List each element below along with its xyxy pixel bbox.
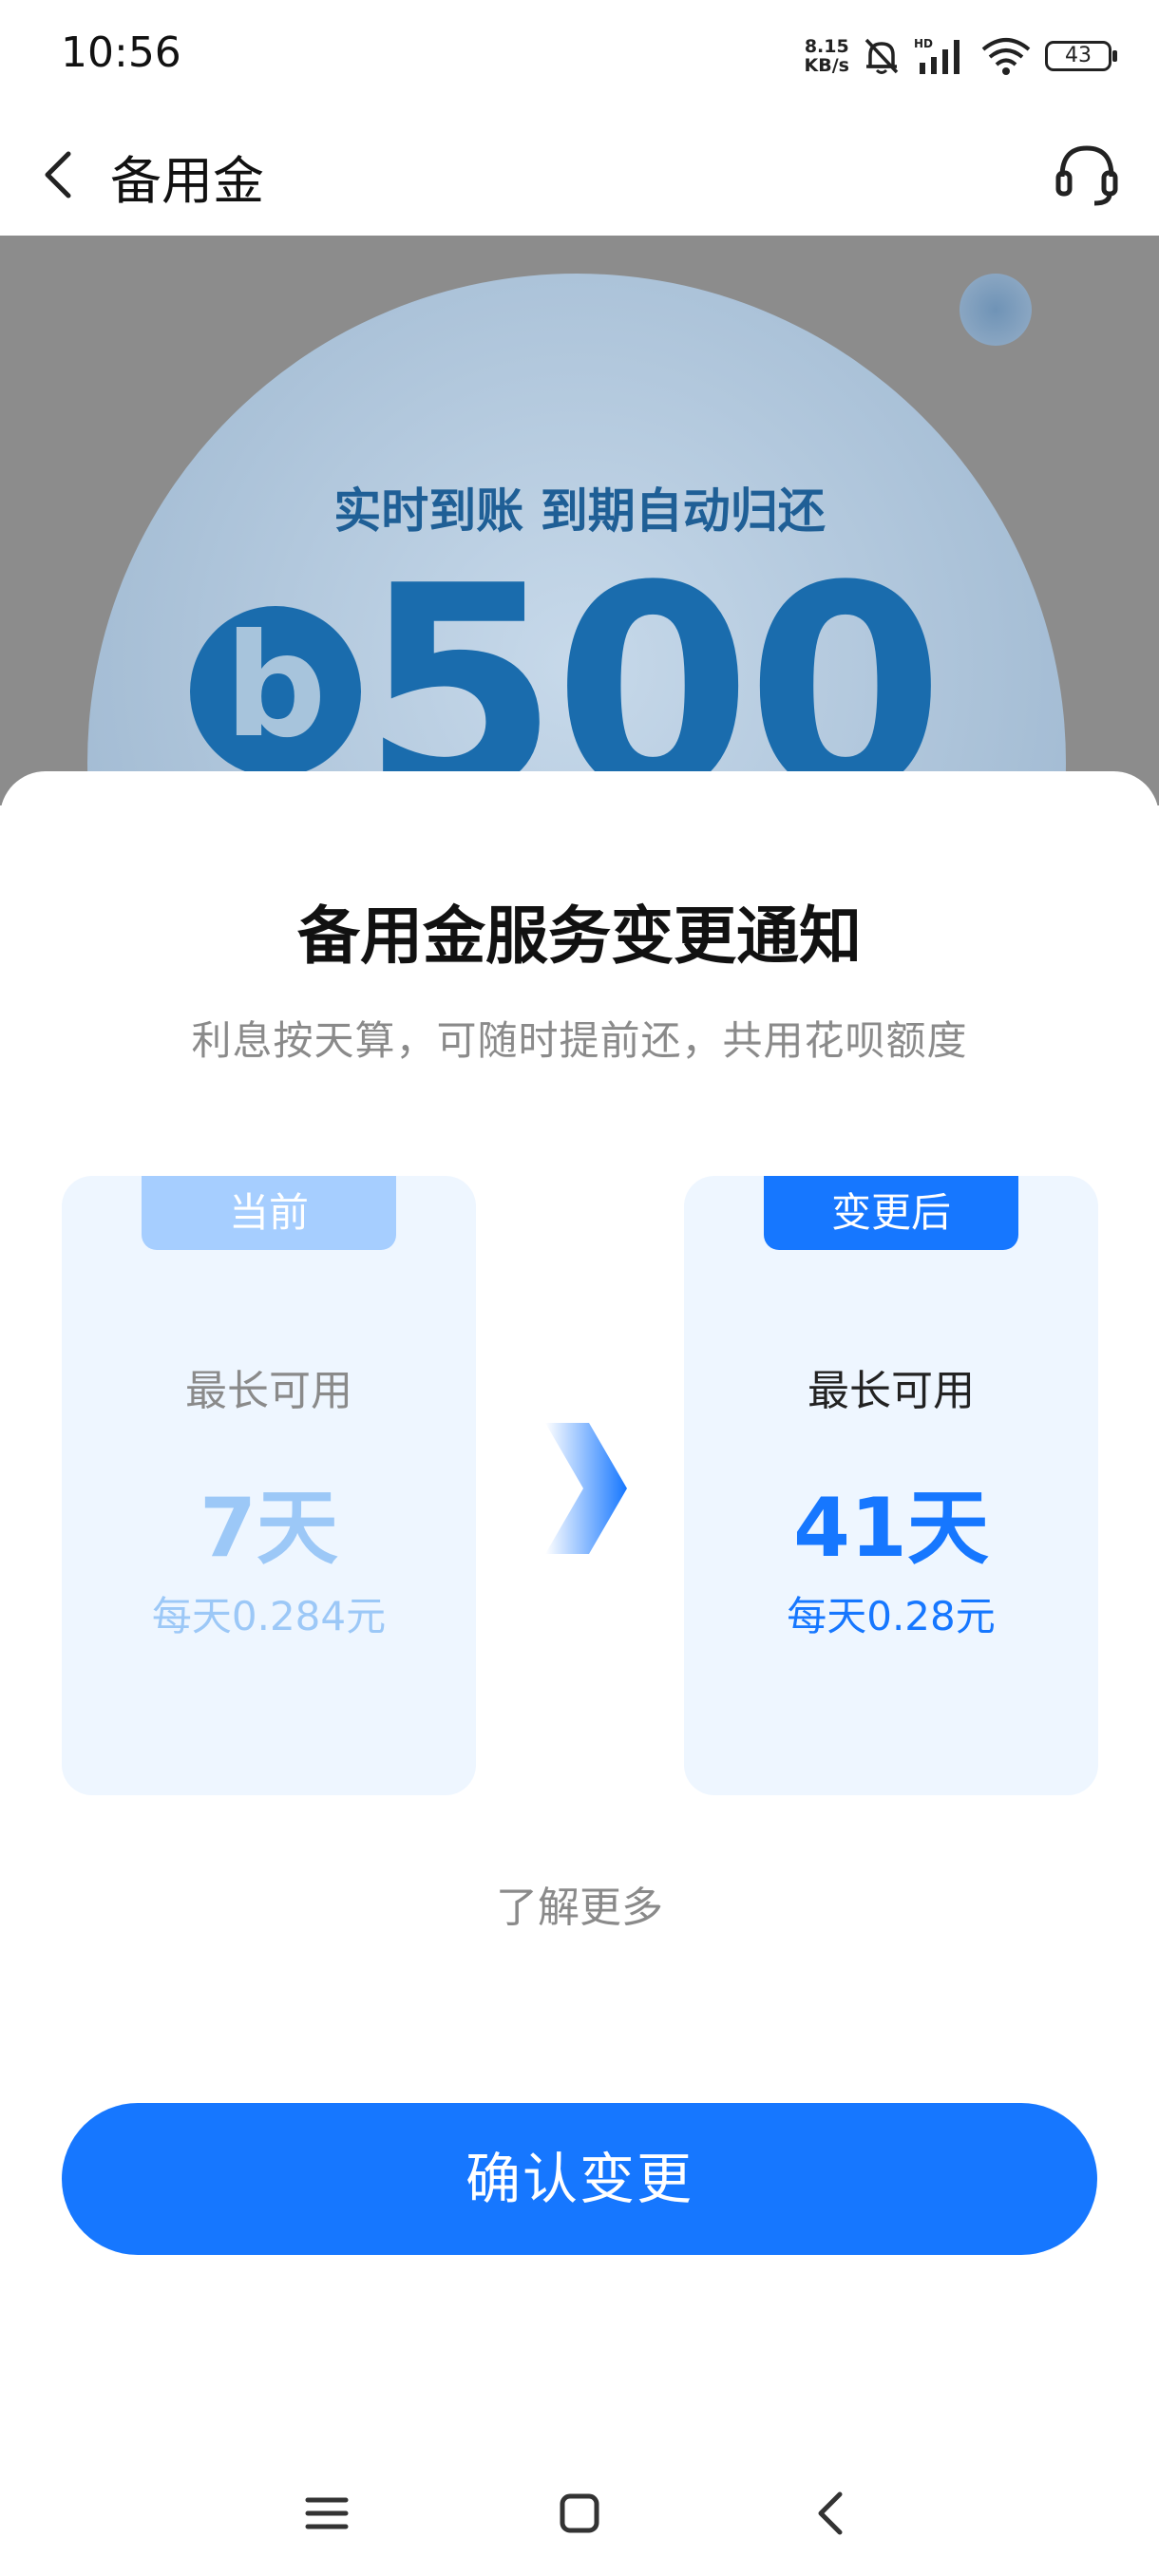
back-icon	[818, 2491, 843, 2535]
wifi-icon	[981, 38, 1031, 75]
confirm-change-button[interactable]: 确认变更	[62, 2103, 1097, 2255]
signal-icon: HD	[914, 37, 960, 74]
current-label: 最长可用	[185, 1367, 352, 1415]
system-back-button[interactable]	[804, 2485, 861, 2542]
current-days: 7天	[200, 1481, 338, 1576]
svg-text:HD: HD	[914, 37, 933, 50]
recent-apps-button[interactable]	[298, 2485, 355, 2542]
promo-banner: 实时到账 到期自动归还 b 500	[0, 236, 1159, 805]
after-tag: 变更后	[764, 1176, 1018, 1250]
current-rate: 每天0.284元	[151, 1593, 387, 1639]
learn-more-link[interactable]: 了解更多	[0, 1873, 1159, 1934]
after-label: 最长可用	[808, 1367, 975, 1415]
status-bar: 10:56 8.15 KB/s HD 43	[0, 0, 1159, 114]
banner-dot	[960, 274, 1032, 346]
after-days: 41天	[793, 1481, 989, 1576]
current-plan-card: 当前 最长可用 7天 每天0.284元	[62, 1176, 476, 1795]
brand-logo: b	[190, 606, 361, 777]
network-speed: 8.15 KB/s	[804, 36, 849, 76]
customer-service-button[interactable]	[1047, 133, 1127, 213]
home-button[interactable]	[551, 2485, 608, 2542]
menu-icon	[305, 2497, 349, 2529]
sheet-title: 备用金服务变更通知	[297, 900, 862, 973]
mute-bell-icon	[864, 38, 899, 74]
arrow-right-icon	[545, 1423, 627, 1554]
current-tag: 当前	[142, 1176, 396, 1250]
notice-sheet: 备用金服务变更通知 利息按天算，可随时提前还，共用花呗额度 当前 最长可用 7天…	[0, 771, 1159, 2576]
sheet-subtitle: 利息按天算，可随时提前还，共用花呗额度	[191, 1017, 968, 1064]
headset-icon	[1055, 145, 1118, 206]
back-button[interactable]	[28, 137, 104, 213]
system-nav-bar	[0, 2451, 1159, 2576]
home-icon	[560, 2493, 599, 2533]
nav-bar: 备用金	[0, 114, 1159, 236]
status-icons: 8.15 KB/s HD 43	[804, 32, 1117, 80]
chevron-left-icon	[45, 151, 71, 199]
battery-indicator: 43	[1045, 41, 1117, 71]
new-plan-card: 变更后 最长可用 41天 每天0.28元	[684, 1176, 1098, 1795]
banner-amount: 500	[361, 525, 944, 806]
after-rate: 每天0.28元	[787, 1593, 996, 1639]
status-time: 10:56	[61, 28, 181, 77]
page-title: 备用金	[110, 151, 264, 211]
